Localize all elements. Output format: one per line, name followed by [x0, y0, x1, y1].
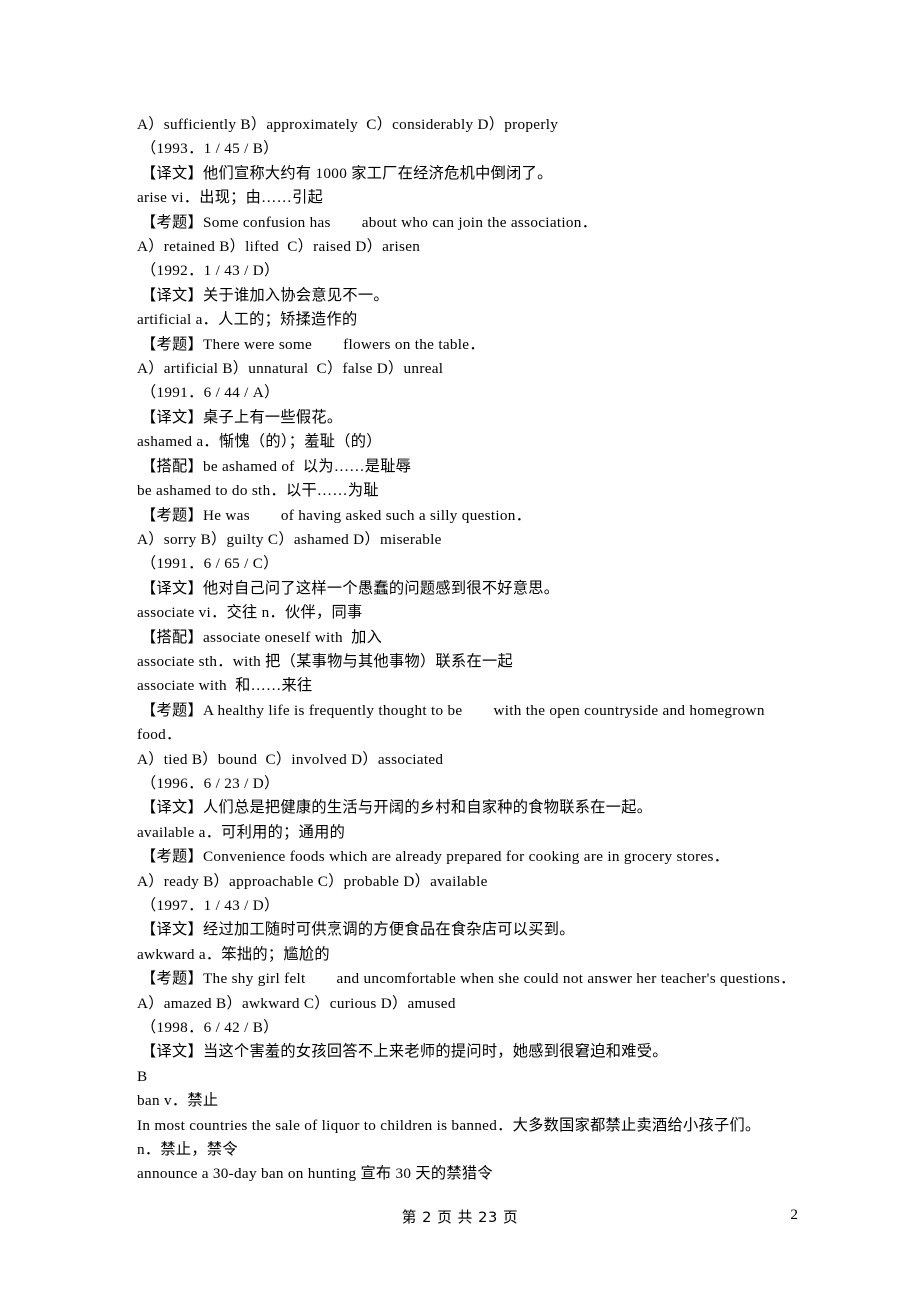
- text-line: be ashamed to do sth．以干……为耻: [137, 482, 379, 500]
- text-line: 【考题】He was of having asked such a silly …: [141, 506, 532, 524]
- document-page: A）sufficiently B）approximately C）conside…: [0, 0, 920, 1302]
- text-line: A）sufficiently B）approximately C）conside…: [137, 116, 559, 133]
- text-line: available a．可利用的；通用的: [137, 823, 346, 841]
- text-line: 【考题】There were some flowers on the table…: [141, 335, 485, 353]
- page-footer: 第 2 页 共 23 页 2: [0, 1206, 920, 1234]
- page-body-text: A）sufficiently B）approximately C）conside…: [137, 113, 797, 1187]
- text-line: （1992．1 / 43 / D）: [141, 262, 280, 280]
- text-line: （1991．6 / 65 / C）: [141, 555, 279, 573]
- text-line: n．禁止，禁令: [137, 1141, 238, 1159]
- text-line: B: [137, 1067, 148, 1085]
- text-line: associate vi．交往 n．伙伴，同事: [137, 604, 363, 622]
- text-line: 【搭配】associate oneself with 加入: [141, 628, 383, 646]
- text-line: 【译文】经过加工随时可供烹调的方便食品在食杂店可以买到。: [141, 921, 575, 939]
- text-line: awkward a．笨拙的；尴尬的: [137, 945, 330, 963]
- text-line: artificial a．人工的；矫揉造作的: [137, 311, 358, 329]
- text-line: 【考题】A healthy life is frequently thought…: [141, 701, 765, 719]
- text-line: associate with 和……来往: [137, 677, 313, 695]
- text-line: （1993．1 / 45 / B）: [141, 140, 279, 158]
- text-line: announce a 30-day ban on hunting 宣布 30 天…: [137, 1165, 493, 1183]
- text-line: 【搭配】be ashamed of 以为……是耻辱: [141, 457, 412, 475]
- footer-page-number: 2: [790, 1206, 798, 1223]
- text-line: A）artificial B）unnatural C）false D）unrea…: [137, 360, 444, 378]
- footer-page-indicator: 第 2 页 共 23 页: [401, 1209, 519, 1226]
- text-line: associate sth．with 把（某事物与其他事物）联系在一起: [137, 652, 513, 670]
- text-line: 【译文】关于谁加入协会意见不一。: [141, 286, 389, 304]
- text-line: ban v．禁止: [137, 1092, 219, 1110]
- text-line: （1996．6 / 23 / D）: [141, 774, 280, 792]
- text-line: （1997．1 / 43 / D）: [141, 897, 280, 914]
- text-line: A）retained B）lifted C）raised D）arisen: [137, 238, 421, 256]
- text-line: arise vi．出现；由……引起: [137, 189, 324, 207]
- text-line: In most countries the sale of liquor to …: [137, 1116, 761, 1134]
- text-line: 【考题】Some confusion has about who can joi…: [141, 213, 598, 231]
- text-line: A）sorry B）guilty C）ashamed D）miserable: [137, 530, 442, 548]
- text-line: 【考题】The shy girl felt and uncomfortable …: [141, 970, 796, 988]
- text-line: 【译文】人们总是把健康的生活与开阔的乡村和自家种的食物联系在一起。: [141, 799, 653, 817]
- text-line: A）tied B）bound C）involved D）associated: [137, 750, 444, 768]
- text-line: 【译文】桌子上有一些假花。: [141, 408, 343, 426]
- text-line: A）amazed B）awkward C）curious D）amused: [137, 994, 456, 1012]
- text-line: food．: [137, 726, 182, 744]
- text-line: （1998．6 / 42 / B）: [141, 1019, 279, 1037]
- text-line: （1991．6 / 44 / A）: [141, 384, 280, 402]
- text-line: 【译文】他们宣称大约有 1000 家工厂在经济危机中倒闭了。: [141, 164, 553, 182]
- text-line: A）ready B）approachable C）probable D）avai…: [137, 872, 488, 890]
- text-line: 【译文】当这个害羞的女孩回答不上来老师的提问时，她感到很窘迫和难受。: [141, 1043, 668, 1061]
- text-line: 【译文】他对自己问了这样一个愚蠢的问题感到很不好意思。: [141, 579, 560, 597]
- text-line: ashamed a．惭愧（的）；羞耻（的）: [137, 433, 382, 451]
- text-line: 【考题】Convenience foods which are already …: [141, 848, 730, 866]
